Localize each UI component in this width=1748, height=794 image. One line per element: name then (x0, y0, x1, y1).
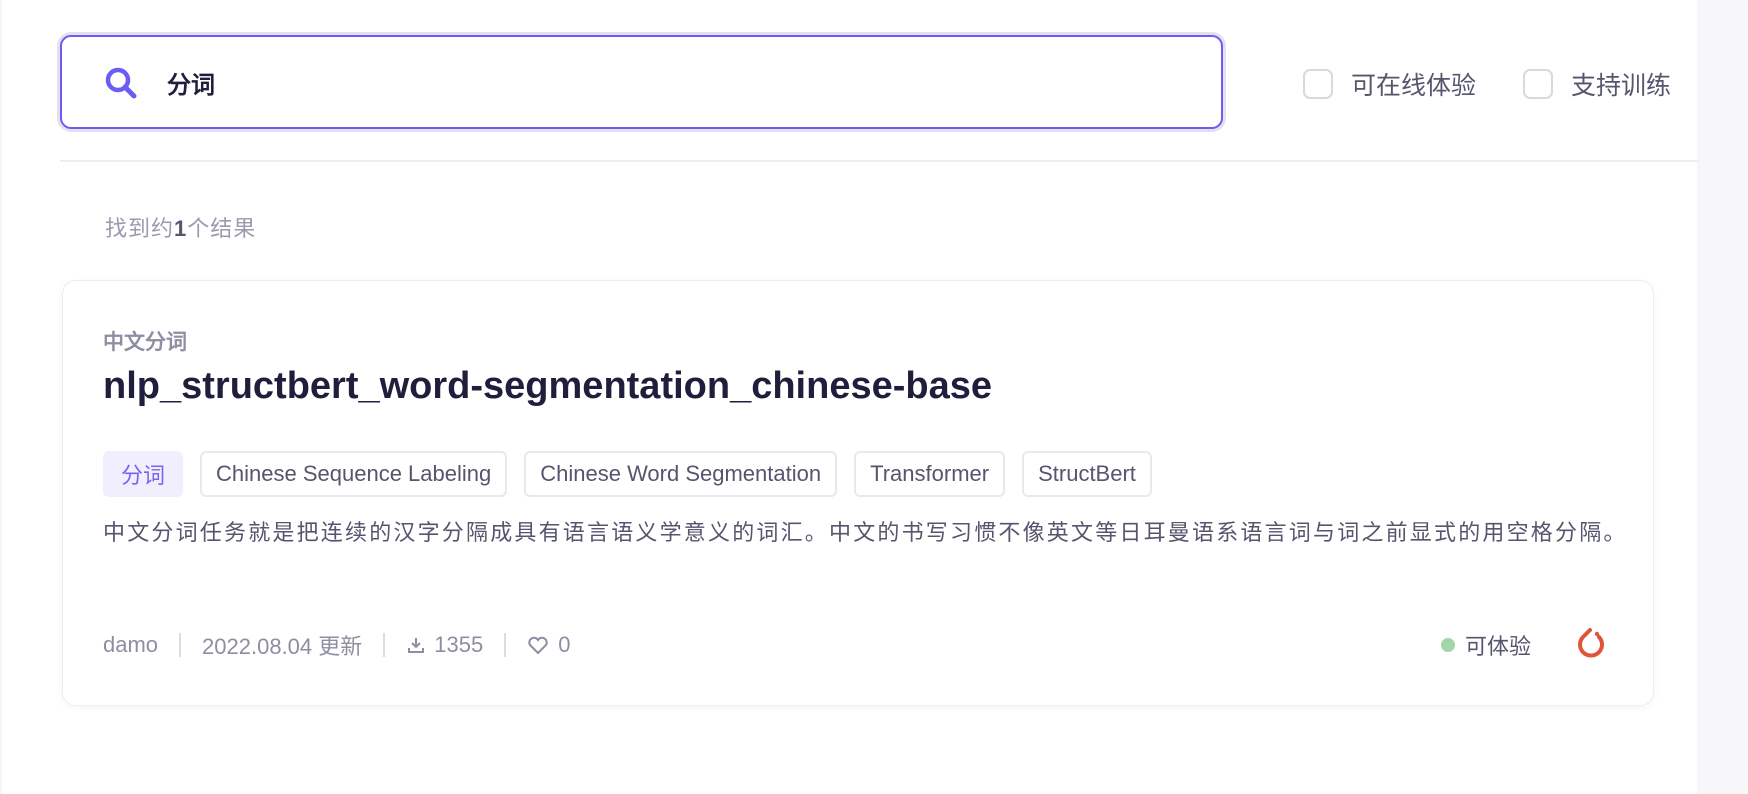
model-description: 中文分词任务就是把连续的汉字分隔成具有语言语义学意义的词汇。中文的书写习惯不像英… (103, 520, 1628, 545)
main-panel: 可在线体验 支持训练 找到约1个结果 中文分词 nlp_structbert_w… (2, 0, 1699, 794)
divider (60, 160, 1699, 162)
separator (179, 633, 182, 657)
tag[interactable]: Chinese Word Segmentation (524, 451, 838, 497)
status-dot (1440, 638, 1455, 652)
separator (383, 633, 386, 657)
heart-icon[interactable] (527, 635, 549, 655)
search-input[interactable] (167, 59, 1067, 105)
filter-online-trial[interactable]: 可在线体验 (1303, 66, 1476, 102)
checkbox[interactable] (1303, 69, 1333, 99)
model-card[interactable]: 中文分词 nlp_structbert_word-segmentation_ch… (62, 280, 1654, 706)
tag[interactable]: Chinese Sequence Labeling (200, 451, 508, 497)
author: damo (103, 632, 159, 657)
like-count: 0 (558, 632, 571, 657)
filter-label: 支持训练 (1571, 72, 1672, 100)
filter-label: 可在线体验 (1351, 72, 1477, 100)
result-count: 找到约1个结果 (105, 216, 257, 241)
model-category: 中文分词 (103, 331, 187, 354)
tag[interactable]: 分词 (103, 451, 184, 497)
checkbox[interactable] (1523, 69, 1553, 99)
tag[interactable]: Transformer (854, 451, 1006, 497)
card-status: 可体验 (1440, 625, 1611, 665)
model-title[interactable]: nlp_structbert_word-segmentation_chinese… (103, 365, 992, 408)
download-count: 1355 (434, 632, 484, 657)
tag-list: 分词 Chinese Sequence Labeling Chinese Wor… (103, 451, 1152, 497)
status-text: 可体验 (1464, 634, 1531, 659)
updated-date: 2022.08.04 更新 (202, 634, 363, 659)
search-icon (105, 67, 137, 99)
filter-supports-training[interactable]: 支持训练 (1523, 66, 1671, 102)
download-icon (408, 638, 425, 653)
card-footer: damo 2022.08.04 更新 1355 0 (103, 629, 570, 661)
separator (504, 633, 507, 657)
tag[interactable]: StructBert (1022, 451, 1152, 497)
search-box[interactable] (60, 35, 1223, 129)
pytorch-icon (1578, 628, 1604, 658)
